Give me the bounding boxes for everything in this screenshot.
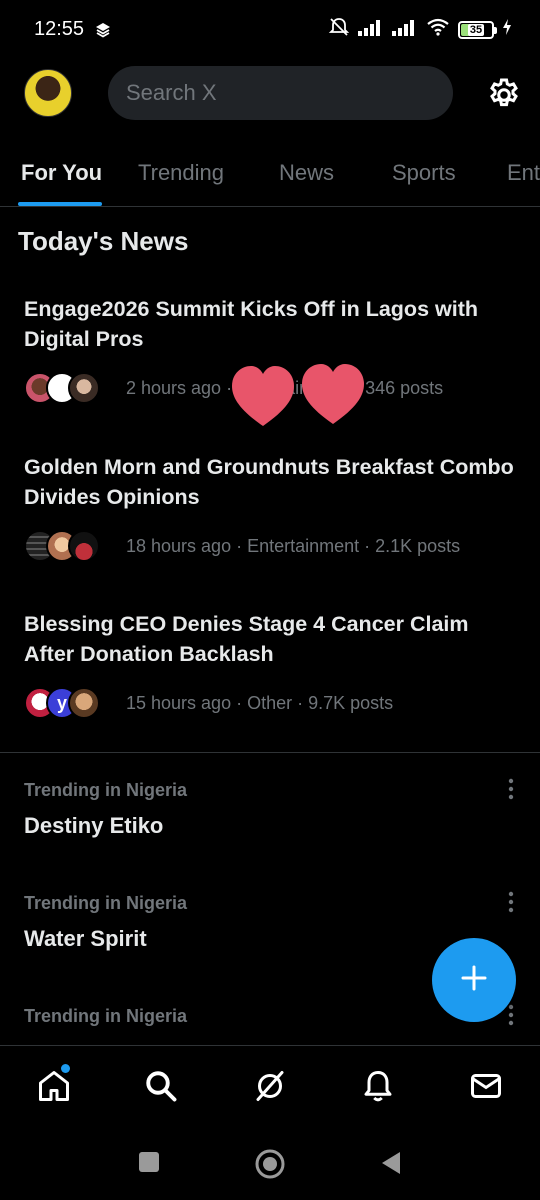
- trend-item[interactable]: Trending in Nigeria Destiny Etiko: [24, 778, 524, 839]
- plus-icon: [460, 964, 488, 997]
- news-meta-text: 15 hours ago · Other · 9.7K posts: [126, 692, 394, 713]
- news-item[interactable]: Engage2026 Summit Kicks Off in Lagos wit…: [24, 294, 514, 404]
- search-box[interactable]: [108, 66, 453, 120]
- news-meta: y 15 hours ago · Other · 9.7K posts: [24, 687, 393, 719]
- recents-button[interactable]: [138, 1151, 160, 1178]
- status-bar: 12:55 35: [0, 0, 540, 60]
- home-icon[interactable]: [36, 1068, 72, 1109]
- tab-bar: For You Trending News Sports Ent: [0, 140, 540, 207]
- mail-icon[interactable]: [468, 1068, 504, 1109]
- signal-icon-2: [392, 18, 418, 41]
- mute-bell-icon: [328, 16, 350, 43]
- avatar: [68, 530, 100, 562]
- news-item[interactable]: Golden Morn and Groundnuts Breakfast Com…: [24, 452, 514, 562]
- news-avatars: [24, 372, 124, 404]
- divider: [0, 752, 540, 753]
- back-button[interactable]: [380, 1151, 402, 1180]
- news-headline: Engage2026 Summit Kicks Off in Lagos wit…: [24, 297, 478, 351]
- more-icon[interactable]: [508, 1004, 514, 1031]
- system-nav-bar: [0, 1129, 540, 1200]
- top-bar: [0, 60, 540, 132]
- search-icon[interactable]: [143, 1068, 179, 1109]
- trend-item[interactable]: Trending in Nigeria Water Spirit: [24, 891, 524, 952]
- gear-icon[interactable]: [486, 77, 522, 118]
- tab-news[interactable]: News: [279, 160, 334, 186]
- more-icon[interactable]: [508, 891, 514, 918]
- avatar: [68, 687, 100, 719]
- battery-icon: 35: [458, 20, 497, 39]
- profile-avatar[interactable]: [24, 69, 72, 117]
- tab-sports[interactable]: Sports: [392, 160, 456, 186]
- charging-icon: [502, 19, 512, 40]
- tab-indicator: [18, 202, 102, 206]
- news-avatars: y: [24, 687, 124, 719]
- tab-for-you[interactable]: For You: [21, 160, 102, 186]
- heart-icon: [232, 366, 294, 426]
- layers-icon: [95, 22, 111, 43]
- news-meta-text: 18 hours ago · Entertainment · 2.1K post…: [126, 535, 461, 556]
- trend-context: Trending in Nigeria: [24, 893, 188, 913]
- tab-entertainment[interactable]: Ent: [507, 160, 540, 186]
- home-button[interactable]: [254, 1148, 286, 1185]
- status-time: 12:55: [34, 18, 85, 40]
- compose-button[interactable]: [432, 938, 516, 1022]
- battery-level: 35: [467, 23, 485, 36]
- news-meta: 18 hours ago · Entertainment · 2.1K post…: [24, 530, 460, 562]
- status-icons: 35: [328, 16, 512, 43]
- bell-icon[interactable]: [360, 1068, 396, 1109]
- notification-dot: [61, 1064, 70, 1073]
- news-headline: Golden Morn and Groundnuts Breakfast Com…: [24, 455, 514, 509]
- bottom-nav: [0, 1045, 540, 1129]
- grok-icon[interactable]: [252, 1068, 288, 1109]
- signal-icon: [358, 18, 384, 41]
- trend-title: Destiny Etiko: [24, 813, 164, 838]
- wifi-icon: [426, 18, 450, 41]
- news-avatars: [24, 530, 124, 562]
- heart-icon: [302, 364, 364, 424]
- trend-context: Trending in Nigeria: [24, 780, 188, 800]
- news-headline: Blessing CEO Denies Stage 4 Cancer Claim…: [24, 612, 469, 666]
- heart-stickers: [230, 362, 370, 437]
- avatar: [68, 372, 100, 404]
- search-input[interactable]: [126, 80, 426, 106]
- more-icon[interactable]: [508, 778, 514, 805]
- tab-trending[interactable]: Trending: [138, 160, 224, 186]
- news-item[interactable]: Blessing CEO Denies Stage 4 Cancer Claim…: [24, 609, 514, 719]
- section-title: Today's News: [18, 226, 189, 256]
